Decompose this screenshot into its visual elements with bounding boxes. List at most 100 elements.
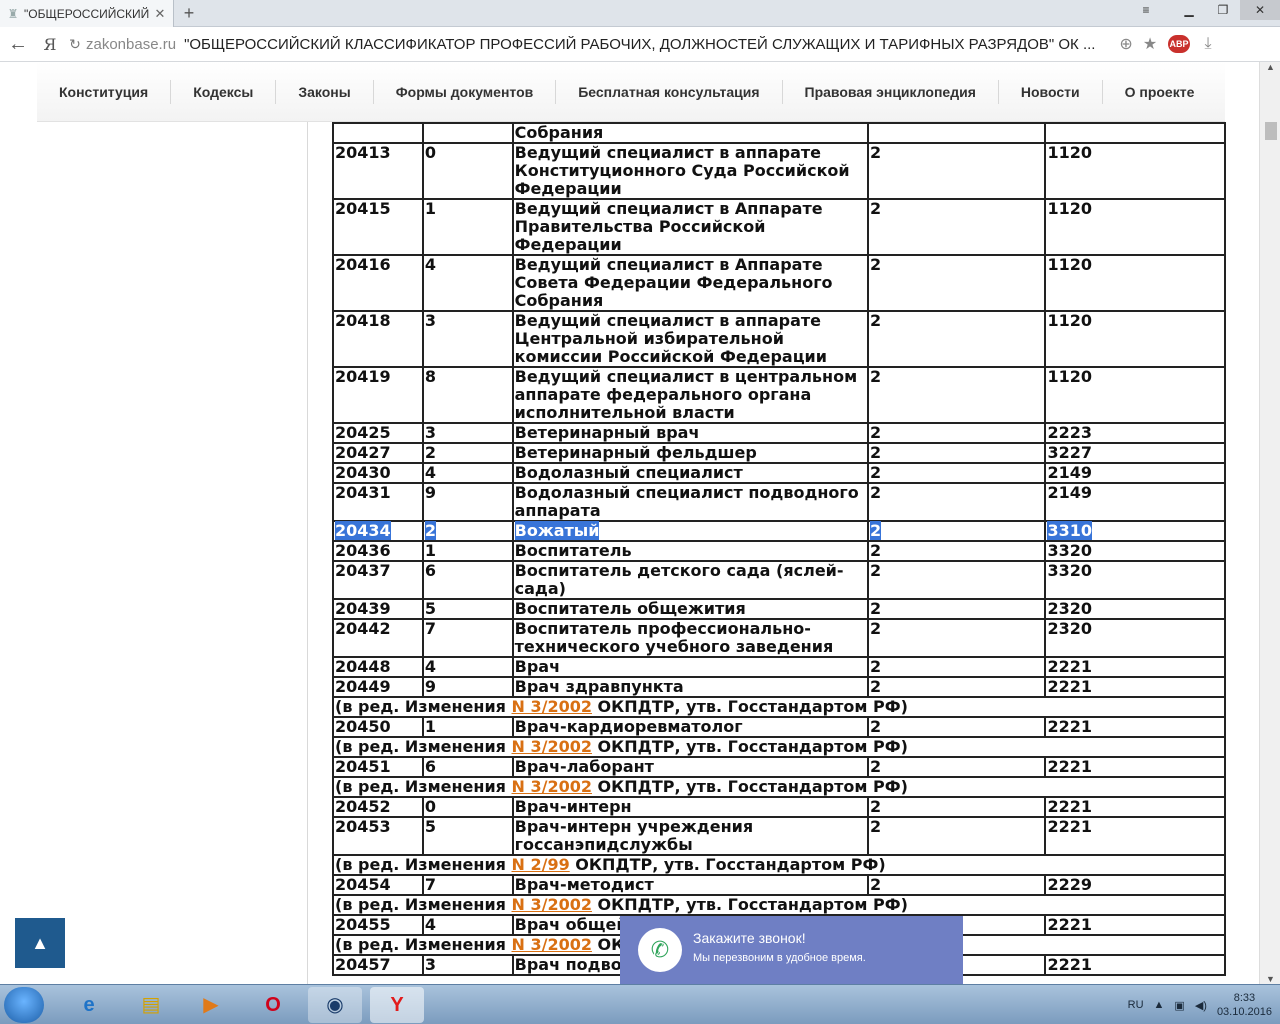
close-tab-icon[interactable]: ✕ (153, 6, 167, 22)
amendment-link[interactable]: N 3/2002 (512, 777, 592, 796)
tray-expand-icon[interactable]: ▲ (1154, 999, 1165, 1011)
address-bar: ← Я ↻ zakonbase.ru "ОБЩЕРОССИЙСКИЙ КЛАСС… (0, 27, 1280, 62)
table-row: 20415 1 Ведущий специалист в Аппарате Прав… (332, 198, 1226, 256)
volume-icon[interactable]: ◀) (1195, 999, 1207, 1012)
minimize-button[interactable]: ▁ (1172, 0, 1206, 20)
position-name: Собрания (511, 122, 870, 144)
browser-tab[interactable]: ♜ "ОБЩЕРОССИЙСКИЙ ✕ (0, 0, 174, 27)
position-code: 20430 (335, 463, 391, 482)
position-code: 20442 (335, 619, 391, 638)
downloads-icon[interactable]: ⤓ (1196, 35, 1220, 53)
position-name: Водолазный специалист (514, 463, 743, 482)
table-row: 20437 6 Воспитатель детского сада (яслей-с… (332, 560, 1226, 600)
new-tab-button[interactable]: + (178, 2, 200, 24)
amendment-link[interactable]: N 3/2002 (512, 935, 592, 954)
network-icon[interactable]: ▣ (1174, 999, 1184, 1012)
nav-item-news[interactable]: Новости (999, 79, 1103, 104)
explorer-icon[interactable]: ▤ (124, 987, 178, 1023)
nav-item-free-consultation[interactable]: Бесплатная консультация (556, 79, 783, 104)
category-code: 2 (870, 677, 882, 696)
amendment-note-row: (в ред. Изменения N 3/2002 ОКПДТР, утв. … (332, 736, 1226, 758)
category-code: 2 (870, 255, 882, 274)
table-row: 20419 8 Ведущий специалист в центральном а… (332, 366, 1226, 424)
amendment-link[interactable]: N 3/2002 (512, 737, 592, 756)
table-row: 20448 4 Врач 2 2221 (332, 656, 1226, 678)
scroll-up-arrow-icon[interactable]: ▲ (1260, 62, 1280, 72)
nav-item-about[interactable]: О проекте (1103, 80, 1217, 104)
start-button[interactable] (4, 987, 44, 1023)
category-code: 2 (870, 463, 882, 482)
back-arrow-icon[interactable]: ← (0, 33, 36, 56)
okz-code: 3320 (1047, 541, 1092, 560)
okz-code: 2223 (1047, 423, 1092, 442)
control-number: 4 (424, 657, 437, 676)
classifier-table: Собрания 20413 0 Ведущий специалист в аппа… (332, 122, 1226, 976)
position-name: Врач-лаборант (514, 757, 654, 776)
protect-icon[interactable]: ⊕ (1114, 34, 1138, 54)
position-name: Ветеринарный фельдшер (514, 443, 757, 462)
nav-item-legal-encyclopedia[interactable]: Правовая энциклопедия (783, 79, 999, 104)
position-name: Ведущий специалист в Аппарате Совета Фед… (514, 255, 833, 310)
close-window-button[interactable]: ✕ (1240, 0, 1280, 20)
amendment-link[interactable]: N 3/2002 (512, 895, 592, 914)
scroll-down-arrow-icon[interactable]: ▼ (1260, 974, 1280, 984)
position-name: Врач (514, 657, 561, 676)
callback-popup[interactable]: ✆ Закажите звонок! Мы перезвоним в удобн… (620, 916, 963, 984)
yandex-icon[interactable]: Я (36, 35, 64, 54)
app-icon[interactable]: ◉ (308, 987, 362, 1023)
position-code: 20418 (335, 311, 391, 330)
language-indicator[interactable]: RU (1128, 999, 1144, 1011)
control-number: 4 (424, 463, 437, 482)
control-number: 3 (424, 423, 437, 442)
yandex-browser-icon[interactable]: Y (370, 987, 424, 1023)
restore-button[interactable]: ❐ (1206, 0, 1240, 20)
taskbar: e ▤ ▶ O ◉ Y RU ▲ ▣ ◀) 8:33 03.10.2016 (0, 984, 1280, 1024)
amendment-link[interactable]: N 2/99 (512, 855, 570, 874)
table-row: 20449 9 Врач здравпункта 2 2221 (332, 676, 1226, 698)
scroll-to-top-button[interactable]: ▲ (15, 918, 65, 968)
clock[interactable]: 8:33 03.10.2016 (1217, 991, 1272, 1019)
control-number: 5 (424, 599, 437, 618)
table-row: 20434 2 Вожатый 2 3310 (332, 520, 1226, 542)
note-text: (в ред. Изменения (335, 855, 512, 874)
url-page-title[interactable]: "ОБЩЕРОССИЙСКИЙ КЛАССИФИКАТОР ПРОФЕССИЙ … (184, 36, 1114, 53)
position-code: 20450 (335, 717, 391, 736)
note-text: (в ред. Изменения (335, 777, 512, 796)
note-text: (в ред. Изменения (335, 697, 512, 716)
adblock-icon[interactable]: ABP (1168, 35, 1191, 53)
table-row: 20431 9 Водолазный специалист подводного а… (332, 482, 1226, 522)
scrollbar-thumb[interactable] (1265, 122, 1277, 140)
amendment-note: (в ред. Изменения N 3/2002 ОКПДТР, утв. … (332, 894, 1226, 916)
okz-code: 2221 (1047, 915, 1092, 934)
bookmark-star-icon[interactable]: ★ (1138, 34, 1162, 54)
okz-code: 1120 (1047, 255, 1092, 274)
table-row: 20425 3 Ветеринарный врач 2 2223 (332, 422, 1226, 444)
control-number: 3 (424, 955, 437, 974)
nav-item-constitution[interactable]: Конституция (37, 79, 172, 104)
page-info-icon[interactable]: ↻ (64, 36, 86, 53)
vertical-scrollbar[interactable]: ▲ ▼ (1259, 62, 1280, 984)
position-name: Воспитатель профессионально-технического… (514, 619, 834, 656)
url-domain[interactable]: zakonbase.ru (86, 36, 176, 53)
position-code: 20419 (335, 367, 391, 386)
position-name: Врач здравпункта (514, 677, 684, 696)
table-row: 20418 3 Ведущий специалист в аппарате Цент… (332, 310, 1226, 368)
nav-item-codes[interactable]: Кодексы (171, 79, 277, 104)
amendment-note: (в ред. Изменения N 3/2002 ОКПДТР, утв. … (332, 696, 1226, 718)
amendment-note: (в ред. Изменения N 3/2002 ОКПДТР, утв. … (332, 736, 1226, 758)
okz-code: 2320 (1047, 619, 1092, 638)
control-number: 2 (424, 443, 437, 462)
control-number: 2 (424, 521, 437, 540)
nav-item-document-forms[interactable]: Формы документов (374, 79, 557, 104)
okz-code: 2221 (1047, 717, 1092, 736)
clock-date: 03.10.2016 (1216, 1006, 1272, 1018)
amendment-link[interactable]: N 3/2002 (512, 697, 592, 716)
ie-icon[interactable]: e (62, 987, 116, 1023)
category-code: 2 (870, 619, 882, 638)
category-code: 2 (870, 521, 882, 540)
nav-item-laws[interactable]: Законы (276, 79, 374, 104)
opera-icon[interactable]: O (246, 987, 300, 1023)
category-code: 2 (870, 599, 882, 618)
browser-menu-icon[interactable]: ≡ (1130, 0, 1162, 20)
media-player-icon[interactable]: ▶ (184, 987, 238, 1023)
